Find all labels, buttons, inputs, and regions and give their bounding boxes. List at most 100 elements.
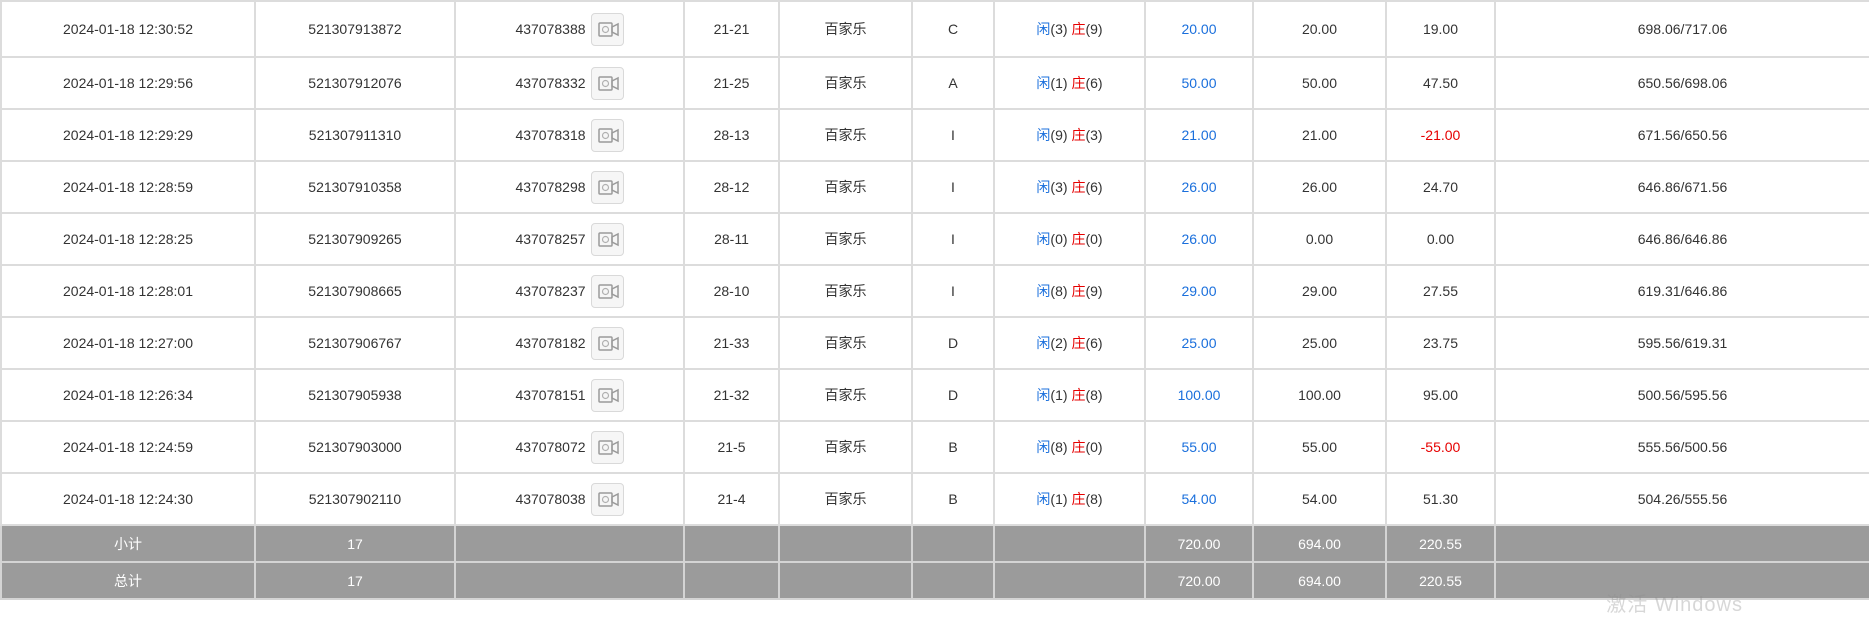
payout-cell: 19.00 xyxy=(1385,0,1496,58)
bet-time-cell: 2024-01-18 12:27:00 xyxy=(0,316,256,370)
round-number-cell: 437078332 xyxy=(454,56,685,110)
video-replay-icon[interactable] xyxy=(590,378,624,412)
banker-label: 庄 xyxy=(1071,439,1086,455)
banker-label: 庄 xyxy=(1071,491,1086,507)
total-row: 总计 17 720.00 694.00 220.55 xyxy=(0,561,1869,600)
payout-cell: 0.00 xyxy=(1385,212,1496,266)
game-name-cell: 百家乐 xyxy=(778,368,913,422)
valid-bet-cell: 21.00 xyxy=(1252,108,1387,162)
summary-bet: 720.00 xyxy=(1144,524,1254,563)
seat-cell: I xyxy=(911,160,995,214)
player-label: 闲 xyxy=(1036,231,1051,247)
table-number-cell: 21-21 xyxy=(683,0,780,58)
result-cell: 闲(1) 庄(8) xyxy=(993,472,1146,526)
video-replay-icon[interactable] xyxy=(590,66,624,100)
empty-cell xyxy=(683,561,780,600)
table-number-cell: 21-32 xyxy=(683,368,780,422)
player-points: (3) xyxy=(1050,21,1068,37)
player-points: (3) xyxy=(1050,179,1068,195)
bet-time-cell: 2024-01-18 12:24:30 xyxy=(0,472,256,526)
order-number-cell: 521307911310 xyxy=(254,108,456,162)
seat-cell: A xyxy=(911,56,995,110)
round-number-cell: 437078257 xyxy=(454,212,685,266)
valid-bet-cell: 54.00 xyxy=(1252,472,1387,526)
video-replay-icon[interactable] xyxy=(590,482,624,516)
windows-activation-watermark: 激活 Windows xyxy=(1606,594,1743,616)
order-number-cell: 521307903000 xyxy=(254,420,456,474)
seat-cell: I xyxy=(911,264,995,318)
video-replay-icon[interactable] xyxy=(590,12,624,46)
table-body: 2024-01-18 12:30:52 521307913872 4370783… xyxy=(0,0,1869,600)
order-number-cell: 521307910358 xyxy=(254,160,456,214)
round-number: 437078038 xyxy=(515,491,586,507)
player-label: 闲 xyxy=(1036,179,1051,195)
balance-cell: 646.86/671.56 xyxy=(1494,160,1869,214)
summary-payout: 220.55 xyxy=(1385,561,1496,600)
summary-bet: 720.00 xyxy=(1144,561,1254,600)
order-number-cell: 521307909265 xyxy=(254,212,456,266)
round-number-cell: 437078237 xyxy=(454,264,685,318)
payout-cell: 51.30 xyxy=(1385,472,1496,526)
balance-cell: 671.56/650.56 xyxy=(1494,108,1869,162)
bet-time-cell: 2024-01-18 12:26:34 xyxy=(0,368,256,422)
player-points: (0) xyxy=(1050,231,1068,247)
game-name-cell: 百家乐 xyxy=(778,108,913,162)
video-replay-icon[interactable] xyxy=(590,430,624,464)
banker-label: 庄 xyxy=(1071,231,1086,247)
banker-points: (6) xyxy=(1085,75,1103,91)
seat-cell: I xyxy=(911,108,995,162)
video-replay-icon[interactable] xyxy=(590,118,624,152)
game-name-cell: 百家乐 xyxy=(778,264,913,318)
bet-time-cell: 2024-01-18 12:28:01 xyxy=(0,264,256,318)
bet-amount-cell: 100.00 xyxy=(1144,368,1254,422)
table-number-cell: 21-25 xyxy=(683,56,780,110)
seat-cell: D xyxy=(911,316,995,370)
table-number-cell: 21-4 xyxy=(683,472,780,526)
valid-bet-cell: 29.00 xyxy=(1252,264,1387,318)
round-number-cell: 437078298 xyxy=(454,160,685,214)
table-number-cell: 28-12 xyxy=(683,160,780,214)
balance-cell: 698.06/717.06 xyxy=(1494,0,1869,58)
summary-valid: 694.00 xyxy=(1252,524,1387,563)
round-number-cell: 437078072 xyxy=(454,420,685,474)
video-replay-icon[interactable] xyxy=(590,170,624,204)
empty-cell xyxy=(454,561,685,600)
valid-bet-cell: 25.00 xyxy=(1252,316,1387,370)
game-name-cell: 百家乐 xyxy=(778,420,913,474)
banker-label: 庄 xyxy=(1071,283,1086,299)
bet-time-cell: 2024-01-18 12:29:56 xyxy=(0,56,256,110)
player-label: 闲 xyxy=(1036,21,1051,37)
bet-time-cell: 2024-01-18 12:28:25 xyxy=(0,212,256,266)
table-number-cell: 28-11 xyxy=(683,212,780,266)
bet-time-cell: 2024-01-18 12:24:59 xyxy=(0,420,256,474)
valid-bet-cell: 26.00 xyxy=(1252,160,1387,214)
round-number: 437078257 xyxy=(515,231,586,247)
table-row: 2024-01-18 12:28:25 521307909265 4370782… xyxy=(0,212,1869,266)
game-name-cell: 百家乐 xyxy=(778,316,913,370)
player-points: (1) xyxy=(1050,491,1068,507)
banker-label: 庄 xyxy=(1071,387,1086,403)
banker-label: 庄 xyxy=(1071,75,1086,91)
bet-amount-cell: 55.00 xyxy=(1144,420,1254,474)
subtotal-row: 小计 17 720.00 694.00 220.55 xyxy=(0,524,1869,563)
video-replay-icon[interactable] xyxy=(590,222,624,256)
payout-cell: 47.50 xyxy=(1385,56,1496,110)
video-replay-icon[interactable] xyxy=(590,326,624,360)
player-label: 闲 xyxy=(1036,75,1051,91)
game-name-cell: 百家乐 xyxy=(778,212,913,266)
order-number-cell: 521307905938 xyxy=(254,368,456,422)
video-replay-icon[interactable] xyxy=(590,274,624,308)
payout-cell: -55.00 xyxy=(1385,420,1496,474)
summary-valid: 694.00 xyxy=(1252,561,1387,600)
round-number-cell: 437078182 xyxy=(454,316,685,370)
bet-amount-cell: 26.00 xyxy=(1144,212,1254,266)
balance-cell: 650.56/698.06 xyxy=(1494,56,1869,110)
table-number-cell: 21-5 xyxy=(683,420,780,474)
bet-time-cell: 2024-01-18 12:29:29 xyxy=(0,108,256,162)
result-cell: 闲(8) 庄(9) xyxy=(993,264,1146,318)
table-row: 2024-01-18 12:24:30 521307902110 4370780… xyxy=(0,472,1869,526)
banker-points: (8) xyxy=(1085,491,1103,507)
seat-cell: D xyxy=(911,368,995,422)
seat-cell: C xyxy=(911,0,995,58)
result-cell: 闲(1) 庄(8) xyxy=(993,368,1146,422)
